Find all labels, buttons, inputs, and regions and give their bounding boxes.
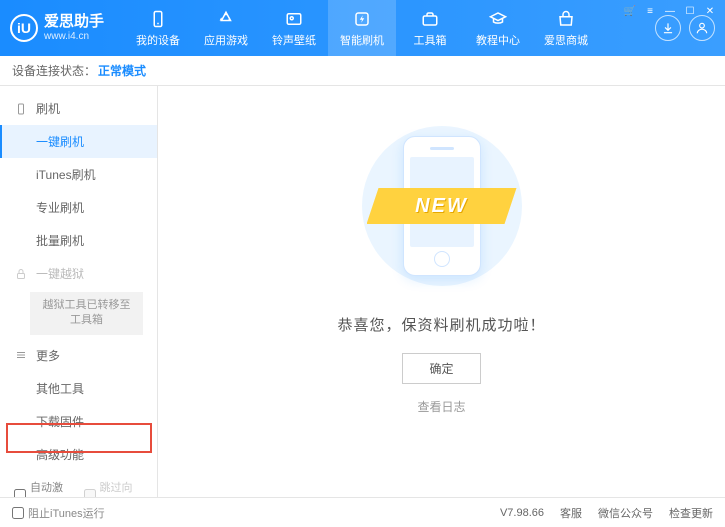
- nav-toolbox[interactable]: 工具箱: [396, 0, 464, 56]
- footer-link-update[interactable]: 检查更新: [669, 505, 713, 521]
- footer: 阻止iTunes运行 V7.98.66 客服 微信公众号 检查更新: [0, 497, 725, 527]
- sidebar-item-pro-flash[interactable]: 专业刷机: [0, 191, 157, 224]
- highlight-box: [6, 423, 152, 453]
- minimize-icon[interactable]: —: [663, 4, 677, 18]
- app-url: www.i4.cn: [44, 31, 104, 42]
- nav-smart-flash[interactable]: 智能刷机: [328, 0, 396, 56]
- nav-apps[interactable]: 应用游戏: [192, 0, 260, 56]
- top-nav: 我的设备 应用游戏 铃声壁纸 智能刷机 工具箱 教程中心 爱思商城: [124, 0, 655, 56]
- app-title: 爱思助手: [44, 14, 104, 31]
- jailbreak-note: 越狱工具已转移至工具箱: [30, 292, 143, 335]
- nav-ringtones[interactable]: 铃声壁纸: [260, 0, 328, 56]
- version-label: V7.98.66: [500, 507, 544, 519]
- sidebar-group-label: 更多: [36, 347, 60, 364]
- checkbox-label: 跳过向导: [100, 479, 144, 497]
- toolbox-icon: [420, 9, 440, 29]
- checkbox-label: 阻止iTunes运行: [28, 505, 105, 521]
- logo-icon: iU: [10, 14, 38, 42]
- footer-link-wechat[interactable]: 微信公众号: [598, 505, 653, 521]
- checkbox-skip-guide[interactable]: 跳过向导: [84, 479, 144, 497]
- sidebar-group-label: 刷机: [36, 100, 60, 117]
- status-label: 设备连接状态：: [12, 62, 96, 79]
- checkbox-auto-activate[interactable]: 自动激活: [14, 479, 74, 497]
- close-icon[interactable]: ✕: [703, 4, 717, 18]
- nav-label: 应用游戏: [204, 32, 248, 48]
- logo: iU 爱思助手 www.i4.cn: [10, 14, 104, 42]
- list-icon: [14, 348, 28, 362]
- nav-my-device[interactable]: 我的设备: [124, 0, 192, 56]
- menu-icon[interactable]: ≡: [643, 4, 657, 18]
- ok-button[interactable]: 确定: [402, 353, 480, 384]
- sidebar-item-itunes-flash[interactable]: iTunes刷机: [0, 158, 157, 191]
- footer-link-service[interactable]: 客服: [560, 505, 582, 521]
- flash-group-icon: [14, 102, 28, 116]
- nav-label: 教程中心: [476, 32, 520, 48]
- apps-icon: [216, 9, 236, 29]
- phone-icon: [148, 9, 168, 29]
- nav-label: 我的设备: [136, 32, 180, 48]
- lock-icon: [14, 267, 28, 281]
- flash-icon: [352, 9, 372, 29]
- sidebar-group-flash[interactable]: 刷机: [0, 92, 157, 125]
- view-log-link[interactable]: 查看日志: [417, 398, 465, 415]
- checkbox-block-itunes[interactable]: 阻止iTunes运行: [12, 505, 105, 521]
- maximize-icon[interactable]: ☐: [683, 4, 697, 18]
- nav-store[interactable]: 爱思商城: [532, 0, 600, 56]
- sidebar-item-batch-flash[interactable]: 批量刷机: [0, 224, 157, 257]
- checkbox-label: 自动激活: [30, 479, 74, 497]
- new-ribbon: NEW: [367, 188, 517, 224]
- sidebar-item-other-tools[interactable]: 其他工具: [0, 372, 157, 405]
- sidebar-group-more[interactable]: 更多: [0, 339, 157, 372]
- download-button[interactable]: [655, 15, 681, 41]
- cart-icon[interactable]: 🛒: [623, 4, 637, 18]
- sidebar-group-jailbreak: 一键越狱: [0, 257, 157, 290]
- nav-label: 智能刷机: [340, 32, 384, 48]
- app-header: iU 爱思助手 www.i4.cn 我的设备 应用游戏 铃声壁纸 智能刷机 工具…: [0, 0, 725, 56]
- nav-label: 铃声壁纸: [272, 32, 316, 48]
- block-itunes-input[interactable]: [12, 507, 24, 519]
- skip-guide-input: [84, 489, 96, 497]
- sidebar-group-label: 一键越狱: [36, 265, 84, 282]
- graduation-icon: [488, 9, 508, 29]
- image-icon: [284, 9, 304, 29]
- sidebar-item-oneclick-flash[interactable]: 一键刷机: [0, 125, 157, 158]
- store-icon: [556, 9, 576, 29]
- nav-label: 工具箱: [414, 32, 447, 48]
- status-bar: 设备连接状态： 正常模式: [0, 56, 725, 86]
- sidebar: 刷机 一键刷机 iTunes刷机 专业刷机 批量刷机 一键越狱 越狱工具已转移至…: [0, 86, 158, 497]
- user-button[interactable]: [689, 15, 715, 41]
- nav-tutorials[interactable]: 教程中心: [464, 0, 532, 56]
- auto-activate-input[interactable]: [14, 489, 26, 497]
- nav-label: 爱思商城: [544, 32, 588, 48]
- main-content: NEW 恭喜您，保资料刷机成功啦！ 确定 查看日志: [158, 86, 725, 497]
- status-value: 正常模式: [98, 62, 146, 79]
- success-illustration: NEW: [352, 116, 532, 296]
- success-message: 恭喜您，保资料刷机成功啦！: [337, 314, 545, 335]
